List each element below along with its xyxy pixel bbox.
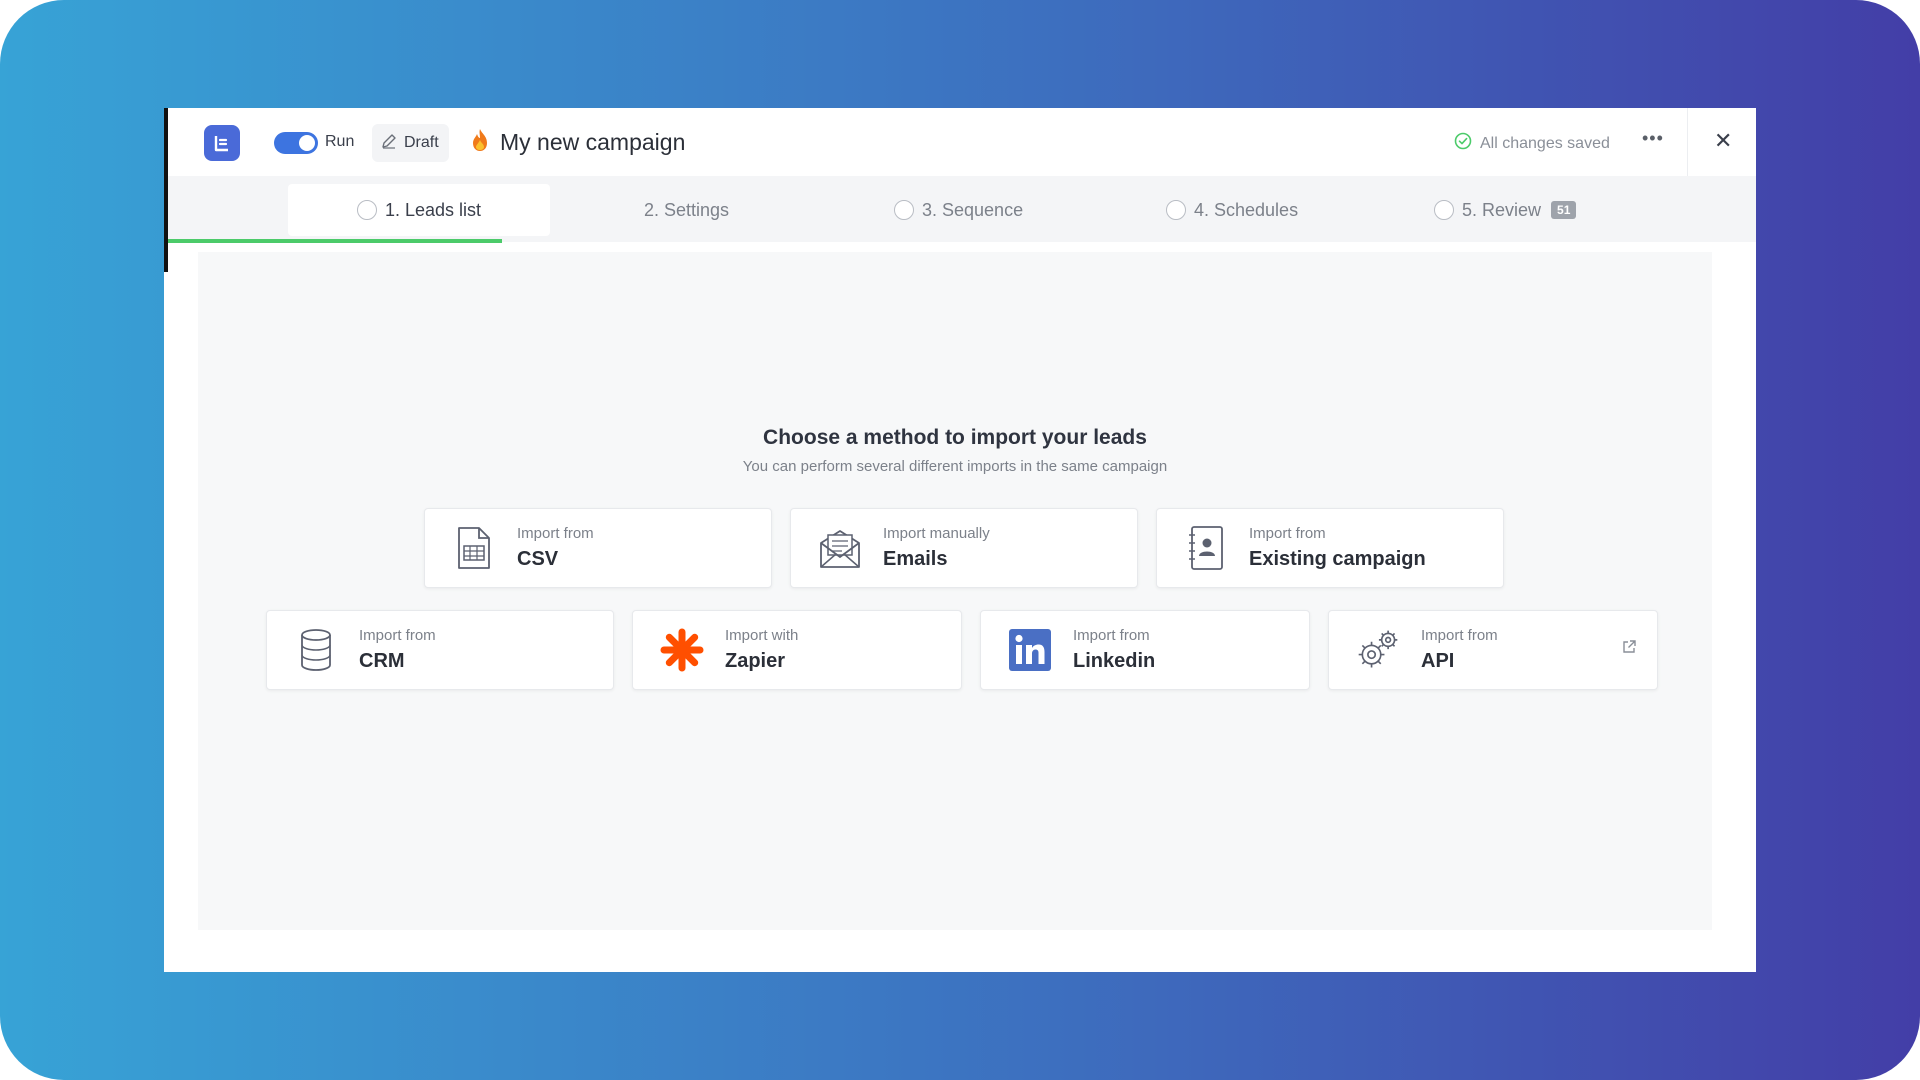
card-subtitle: Import from — [359, 627, 436, 644]
database-icon — [293, 627, 339, 673]
card-title: Linkedin — [1073, 650, 1156, 672]
card-title: CRM — [359, 650, 405, 672]
run-label: Run — [325, 133, 355, 150]
step-label: 4. Schedules — [1194, 199, 1299, 220]
campaign-title: My new campaign — [500, 129, 686, 155]
campaign-name[interactable]: My new campaign — [470, 128, 685, 157]
draft-button[interactable]: Draft — [372, 124, 449, 162]
radio-icon — [894, 200, 914, 220]
draft-label: Draft — [404, 134, 439, 151]
import-api-card[interactable]: Import from API — [1328, 610, 1658, 690]
step-label: 3. Sequence — [922, 199, 1024, 220]
more-options-button[interactable]: ••• — [1642, 128, 1664, 149]
import-csv-card[interactable]: Import from CSV — [424, 508, 772, 588]
save-status: All changes saved — [1454, 132, 1610, 155]
card-subtitle: Import from — [1249, 525, 1326, 542]
radio-icon — [1166, 200, 1186, 220]
page-title: Choose a method to import your leads — [763, 426, 1147, 449]
card-title: Existing campaign — [1249, 548, 1426, 570]
step-progress-bar — [168, 239, 502, 243]
gears-icon — [1355, 627, 1401, 673]
divider — [1687, 108, 1688, 176]
card-subtitle: Import manually — [883, 525, 990, 542]
card-subtitle: Import with — [725, 627, 799, 644]
step-schedules[interactable]: 4. Schedules — [1166, 184, 1298, 236]
step-label: 1. Leads list — [384, 199, 482, 220]
save-status-text: All changes saved — [1480, 134, 1610, 152]
card-title: API — [1421, 650, 1455, 672]
top-bar: Run Draft My new campaign All changes sa… — [164, 108, 1756, 176]
app-logo-icon[interactable] — [204, 125, 240, 161]
fire-icon — [470, 128, 490, 157]
import-crm-card[interactable]: Import from CRM — [266, 610, 614, 690]
run-toggle[interactable] — [274, 132, 318, 154]
zapier-icon — [659, 627, 705, 673]
step-sequence[interactable]: 3. Sequence — [894, 184, 1023, 236]
gradient-frame: Run Draft My new campaign All changes sa… — [0, 0, 1920, 1080]
card-title: Zapier — [725, 650, 786, 672]
import-linkedin-card[interactable]: Import from Linkedin — [980, 610, 1310, 690]
external-link-icon[interactable] — [1621, 639, 1637, 660]
step-leads-list[interactable]: 1. Leads list — [288, 184, 550, 236]
steps-nav: 1. Leads list 2. Settings 3. Sequence 4.… — [168, 176, 1756, 242]
step-label: 5. Review — [1462, 199, 1542, 220]
review-count-badge: 51 — [1551, 201, 1577, 219]
card-title: Emails — [883, 548, 948, 570]
import-existing-campaign-card[interactable]: Import from Existing campaign — [1156, 508, 1504, 588]
app-window: Run Draft My new campaign All changes sa… — [164, 108, 1756, 972]
csv-file-icon — [451, 525, 497, 571]
linkedin-icon — [1007, 627, 1053, 673]
step-settings[interactable]: 2. Settings — [644, 184, 729, 236]
pencil-icon — [380, 132, 398, 155]
card-title: CSV — [517, 548, 559, 570]
step-review[interactable]: 5. Review 51 — [1434, 184, 1577, 236]
radio-icon — [356, 200, 377, 220]
card-subtitle: Import from — [1421, 627, 1498, 644]
import-panel: Choose a method to import your leads You… — [198, 252, 1712, 930]
close-button[interactable]: ✕ — [1714, 128, 1732, 154]
envelope-icon — [817, 525, 863, 571]
page-subtitle: You can perform several different import… — [742, 458, 1168, 475]
radio-icon — [1434, 200, 1454, 220]
contact-book-icon — [1183, 525, 1229, 571]
import-zapier-card[interactable]: Import with Zapier — [632, 610, 962, 690]
card-subtitle: Import from — [1073, 627, 1150, 644]
step-label: 2. Settings — [644, 199, 730, 220]
card-subtitle: Import from — [517, 525, 594, 542]
import-emails-card[interactable]: Import manually Emails — [790, 508, 1138, 588]
check-circle-icon — [1454, 132, 1472, 155]
